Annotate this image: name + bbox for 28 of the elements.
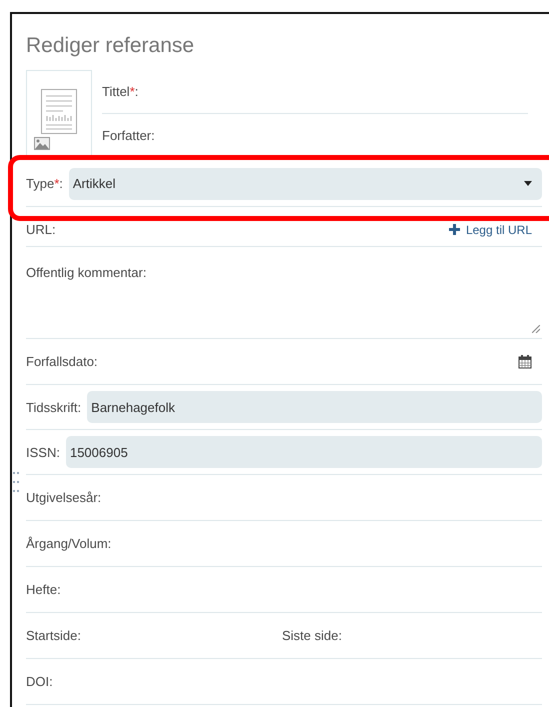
calendar-icon[interactable] (518, 354, 532, 368)
field-label: Forfatter: (102, 128, 155, 143)
dialog-title: Rediger referanse (26, 33, 194, 59)
field-label: Type*: (26, 176, 63, 191)
drag-handle-icon[interactable] (13, 472, 20, 494)
field-label: Offentlig kommentar: (26, 265, 146, 280)
field-label: Årgang/Volum: (26, 536, 112, 551)
field-label: URL: (26, 222, 56, 237)
image-icon[interactable] (34, 137, 50, 150)
add-url-link[interactable]: Legg til URL (448, 222, 542, 236)
field-label: Utgivelsesår: (26, 490, 102, 505)
field-label: Forfallsdato: (26, 354, 98, 369)
resize-handle-icon (532, 325, 540, 333)
document-icon (41, 89, 77, 134)
plus-icon (448, 224, 460, 235)
cover-thumbnail[interactable] (26, 70, 92, 157)
text-field[interactable]: Barnehagefolk (87, 391, 542, 423)
text-field[interactable]: 15006905 (66, 436, 542, 468)
field-label: Startside: (26, 628, 82, 643)
field-label: Tittel*: (102, 84, 138, 99)
field-label: DOI: (26, 674, 53, 689)
field-label: Hefte: (26, 582, 61, 597)
field-label: ISSN: (26, 444, 60, 460)
field-label: Tidsskrift: (26, 400, 82, 414)
field-label: Siste side: (282, 628, 343, 643)
type-dropdown[interactable]: Artikkel (68, 168, 542, 200)
comment-textarea[interactable]: Offentlig kommentar: (26, 247, 542, 339)
caret-icon (524, 181, 532, 186)
